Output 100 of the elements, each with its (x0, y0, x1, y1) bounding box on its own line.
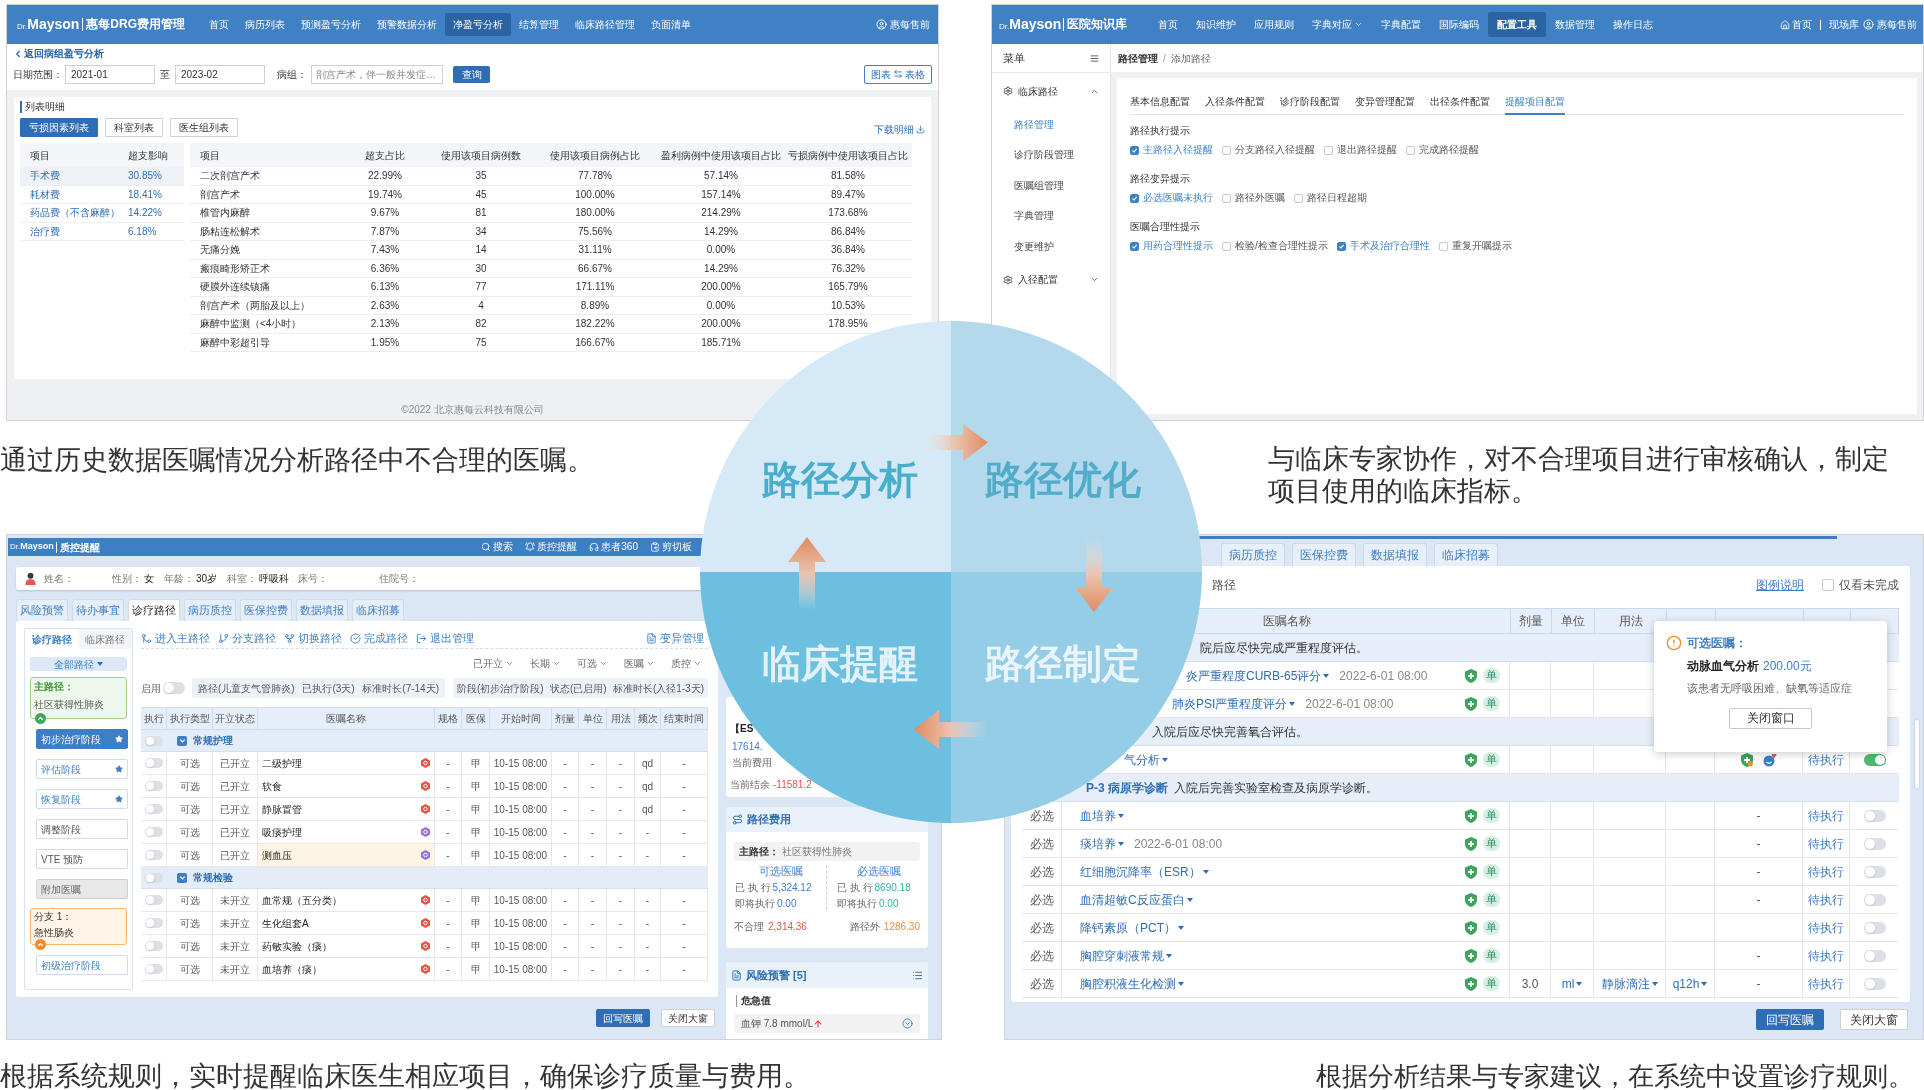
nav-item[interactable]: 临床路径管理 (567, 13, 644, 36)
nav-item[interactable]: 配置工具 (1488, 12, 1547, 37)
toggle-switch[interactable] (144, 941, 163, 951)
secondary-button[interactable]: 关闭大窗 (1840, 1009, 1908, 1030)
status-link[interactable]: 待执行 (1808, 862, 1844, 881)
nav-item[interactable]: 应用规则 (1245, 12, 1304, 37)
toggle-switch[interactable] (1863, 753, 1886, 766)
order-name[interactable]: 气分析 (1124, 750, 1160, 769)
legend-link[interactable]: 图例说明 (1756, 576, 1804, 594)
tab[interactable]: 诊疗路径 (128, 599, 180, 621)
config-tab[interactable]: 诊疗阶段配置 (1280, 94, 1340, 115)
date-input[interactable]: 2023-02 (175, 64, 265, 84)
order-name[interactable]: 血培养 (1080, 806, 1116, 825)
toggle-switch[interactable] (144, 850, 163, 860)
checkbox[interactable] (1822, 579, 1834, 591)
tab[interactable]: 病历质控 (1221, 543, 1285, 566)
toolbar-button[interactable]: 退出管理 (416, 630, 474, 647)
view-tab[interactable]: 科室列表 (105, 118, 163, 137)
nav-item[interactable]: 知识维护 (1187, 12, 1246, 37)
checkbox[interactable] (1222, 193, 1231, 203)
back-link[interactable]: 返回病组盈亏分析 (13, 48, 104, 60)
stage-item[interactable]: VTE 预防 (36, 849, 128, 869)
nav-item[interactable]: 首页 (201, 13, 238, 36)
user-name[interactable]: 惠每售前 (1877, 17, 1917, 32)
status-link[interactable]: 待执行 (1808, 946, 1844, 965)
checkbox[interactable] (1294, 193, 1303, 203)
status-link[interactable]: 待执行 (1808, 890, 1844, 909)
order-name[interactable]: 降钙素原（PCT） (1080, 918, 1176, 937)
filter-dropdown[interactable]: 已开立 (473, 655, 514, 671)
side-tab[interactable]: 临床路径 (78, 629, 132, 649)
toggle-switch[interactable] (144, 781, 163, 791)
titlebar-action[interactable]: 搜索 (481, 541, 514, 553)
nav-item[interactable]: 病历列表 (237, 13, 294, 36)
filter-dropdown[interactable]: 可选 (577, 655, 608, 671)
toggle-switch[interactable] (1863, 977, 1886, 990)
nav-item[interactable]: 净盈亏分析 (445, 13, 512, 36)
sidebar-item[interactable]: 字典管理 (992, 200, 1110, 231)
toolbar-button[interactable]: 进入主路径 (141, 630, 210, 647)
sidebar-group[interactable]: 入径配置 (992, 261, 1110, 298)
primary-button[interactable]: 回写医嘱 (596, 1009, 650, 1027)
nav-item[interactable]: 预警数据分析 (369, 13, 446, 36)
close-window-button[interactable]: 关闭窗口 (1729, 707, 1812, 729)
nav-item[interactable]: 数据管理 (1546, 12, 1605, 37)
toolbar-button[interactable]: 切换路径 (284, 630, 342, 647)
status-link[interactable]: 待执行 (1808, 750, 1844, 769)
stage-item[interactable]: 附加医嘱 (36, 879, 128, 899)
config-tab[interactable]: 出径条件配置 (1430, 94, 1490, 115)
view-tab[interactable]: 亏损因素列表 (20, 118, 98, 137)
tab[interactable]: 临床招募 (352, 599, 404, 621)
toggle-switch[interactable] (1863, 865, 1886, 878)
tab[interactable]: 数据填报 (296, 599, 348, 621)
path-filter-dropdown[interactable]: 全部路径 (30, 657, 127, 671)
tab[interactable]: 医保控费 (1292, 543, 1356, 566)
stage-item[interactable]: 调整阶段 (36, 819, 128, 839)
nav-item[interactable]: 首页 (1149, 12, 1188, 37)
list-icon[interactable] (912, 969, 923, 981)
toolbar-button[interactable]: 完成路径 (350, 630, 408, 647)
filter-dropdown[interactable]: 医嘱 (624, 655, 655, 671)
nav-item[interactable]: 负面清单 (643, 13, 700, 36)
toggle-switch[interactable] (144, 918, 163, 928)
stage-item[interactable]: 初级治疗阶段 (36, 955, 128, 975)
toggle-switch[interactable] (145, 735, 163, 746)
user-name[interactable]: 惠每售前 (890, 17, 930, 32)
checkbox[interactable] (1130, 145, 1139, 155)
checkbox[interactable] (1130, 241, 1139, 251)
toggle-switch[interactable] (1863, 893, 1886, 906)
checkbox[interactable] (1324, 145, 1333, 155)
tab[interactable]: 待办事宜 (72, 599, 124, 621)
order-name[interactable]: 胸腔积液生化检测 (1080, 974, 1176, 993)
stage-item[interactable]: 初步治疗阶段 (36, 729, 128, 749)
table-row[interactable]: 手术费 30.85% (20, 167, 184, 186)
menu-icon[interactable] (1090, 53, 1099, 63)
toggle-switch[interactable] (145, 872, 163, 883)
order-name[interactable]: 血清超敏C反应蛋白 (1080, 890, 1185, 909)
checkbox[interactable] (1222, 241, 1231, 251)
nav-item[interactable]: 国际编码 (1430, 12, 1489, 37)
config-tab[interactable]: 提醒项目配置 (1505, 94, 1565, 115)
toolbar-button[interactable]: 变异管理 (646, 630, 704, 647)
view-tab[interactable]: 医生组列表 (170, 118, 238, 137)
order-name[interactable]: 肺炎PSI严重程度评分 (1172, 694, 1288, 713)
toggle-switch[interactable] (163, 682, 185, 694)
nav-item[interactable]: 字典对应 (1303, 12, 1373, 37)
tab[interactable]: 临床招募 (1434, 543, 1498, 566)
checkbox[interactable] (1406, 145, 1415, 155)
sidebar-item[interactable]: 诊疗阶段管理 (992, 139, 1110, 170)
view-toggle-button[interactable]: 图表 表格 (864, 64, 932, 84)
status-link[interactable]: 待执行 (1808, 918, 1844, 937)
toolbar-button[interactable]: 分支路径 (218, 630, 276, 647)
config-tab[interactable]: 入径条件配置 (1205, 94, 1265, 115)
toggle-switch[interactable] (144, 895, 163, 905)
secondary-button[interactable]: 关闭大窗 (661, 1009, 715, 1027)
checkbox[interactable] (1336, 241, 1346, 251)
collapse-icon[interactable] (177, 735, 187, 746)
checkbox[interactable] (1130, 193, 1139, 203)
config-tab[interactable]: 基本信息配置 (1130, 94, 1190, 115)
sidebar-item[interactable]: 路径管理 (992, 109, 1110, 140)
nav-item[interactable]: 结算管理 (511, 13, 568, 36)
group-input[interactable]: 剖宫产术，伴一般并发症… (311, 64, 443, 84)
toggle-switch[interactable] (1863, 809, 1886, 822)
toggle-switch[interactable] (144, 758, 163, 768)
